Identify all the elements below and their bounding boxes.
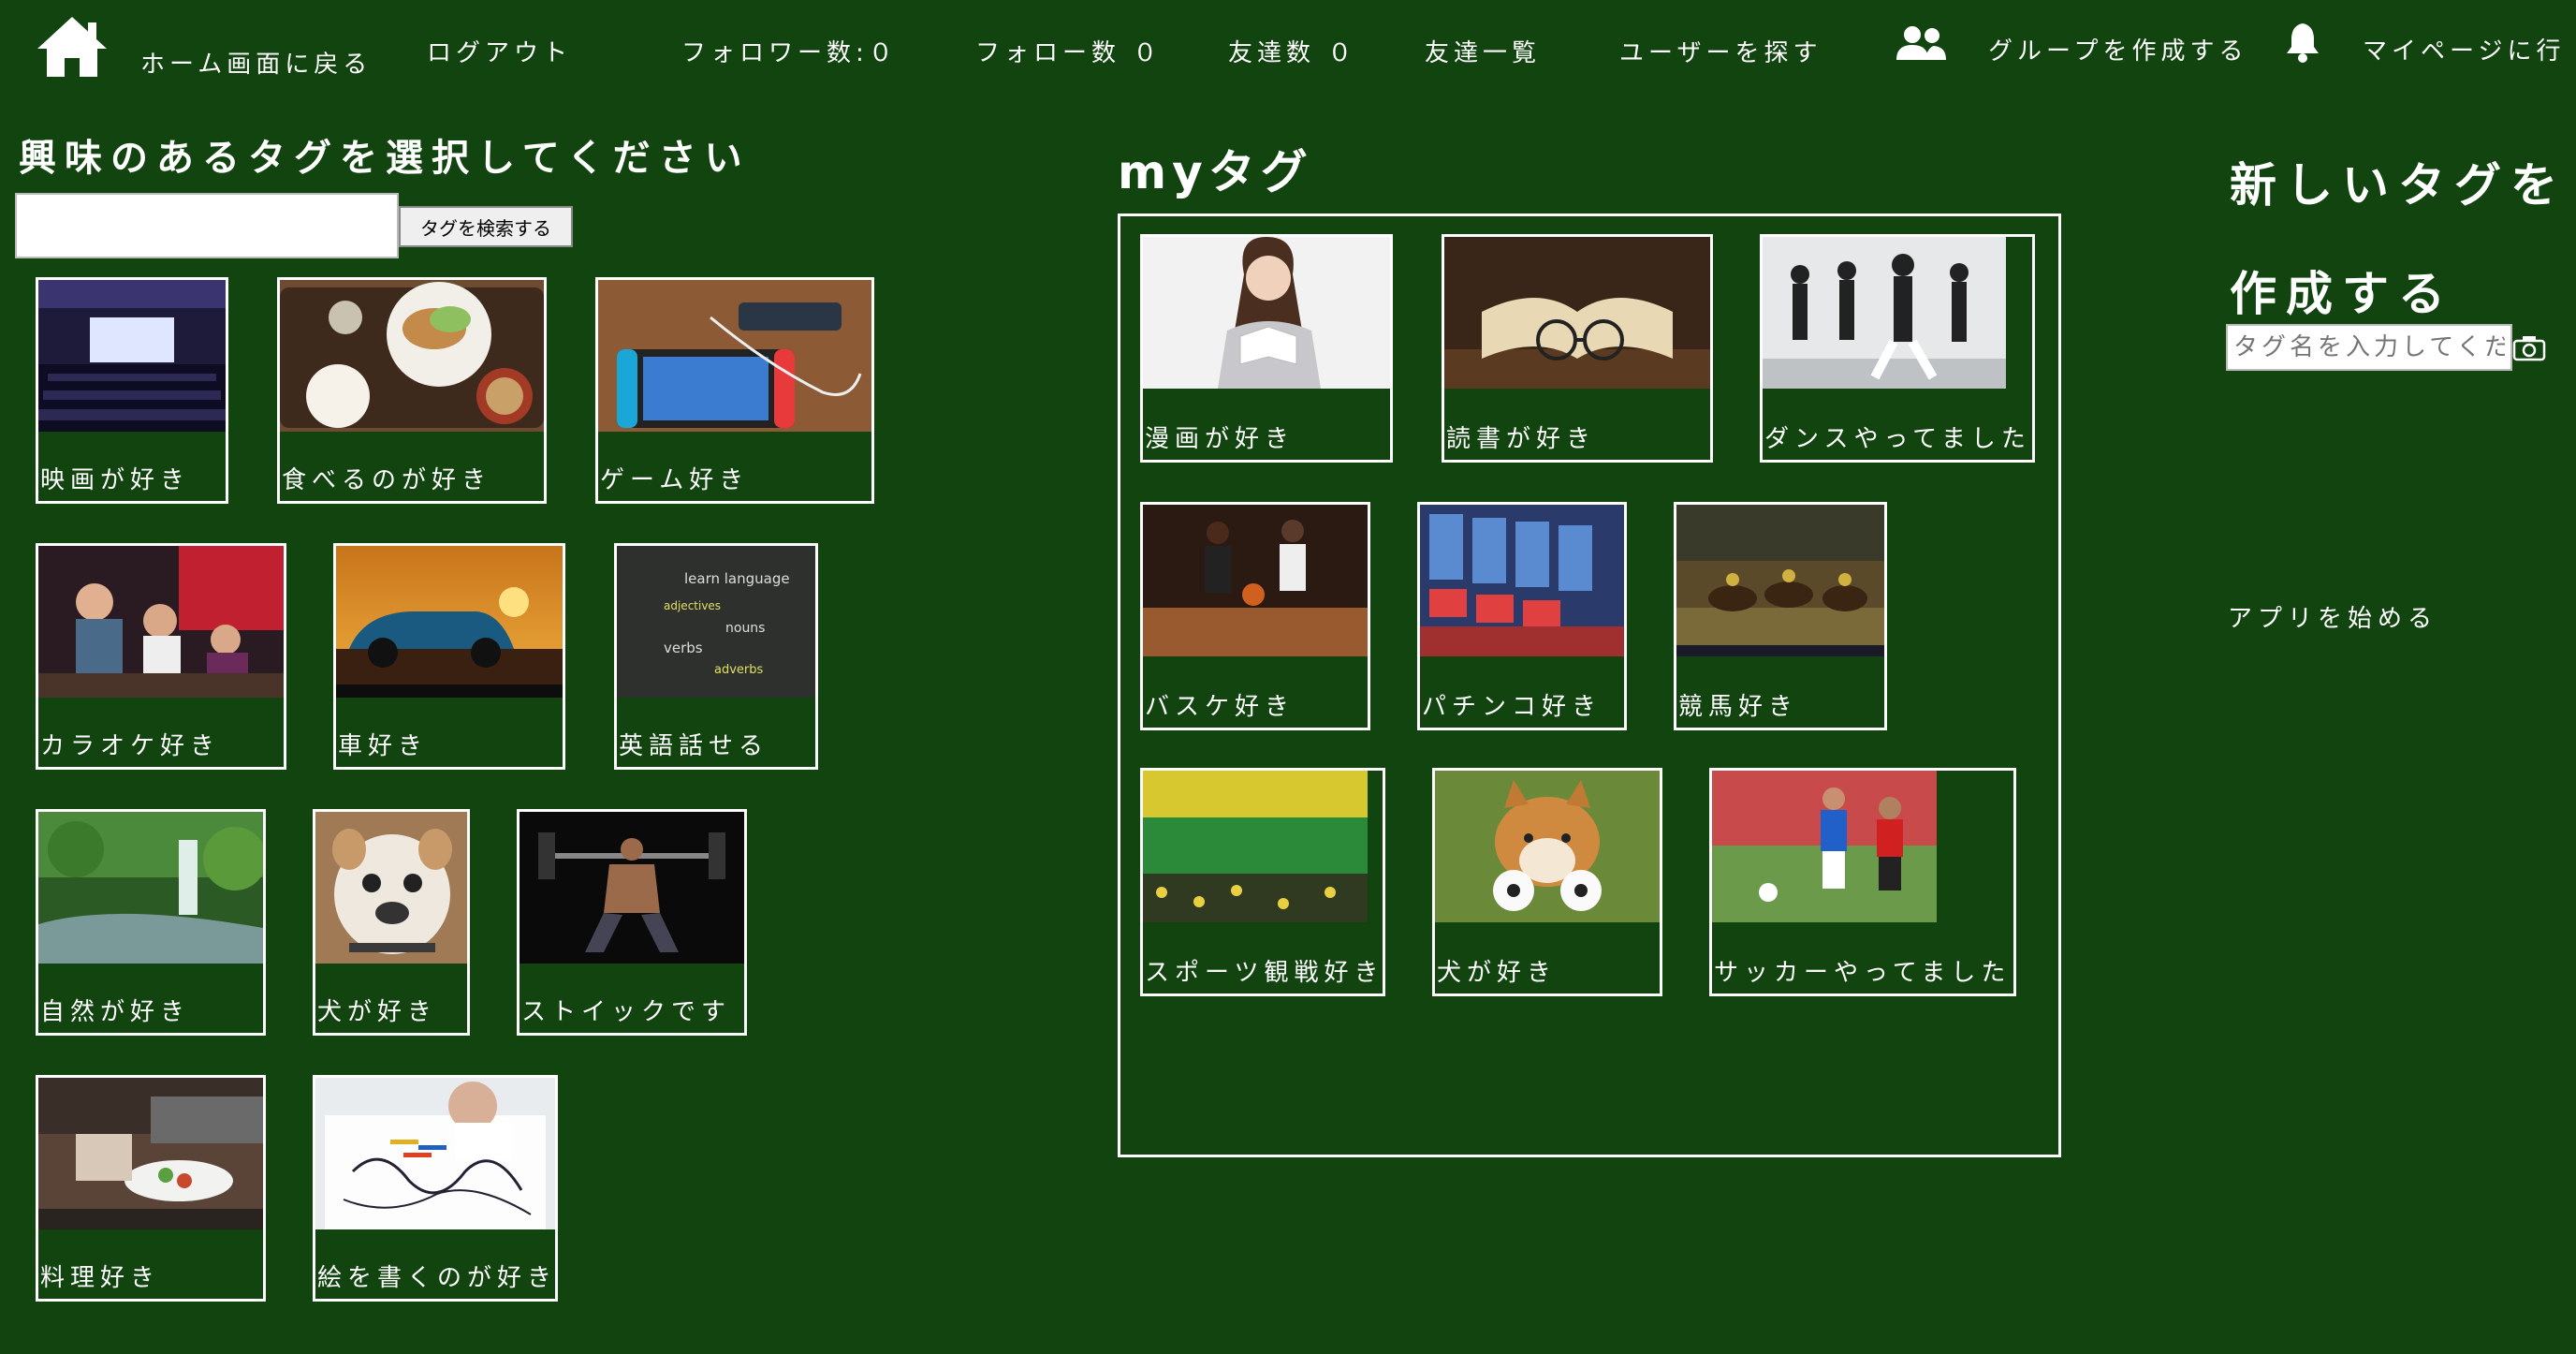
top-nav: ホーム画面に戻る ログアウト フォロワー数:０ フォロー数 ０ 友達数 ０ 友達… (0, 0, 2576, 94)
find-users-link[interactable]: ユーザーを探す (1619, 34, 1822, 68)
friends-list-link[interactable]: 友達一覧 (1425, 34, 1541, 68)
chalkboard-text-1: learn language (684, 570, 790, 587)
tag-card-dog[interactable]: 犬が好き (313, 809, 470, 1036)
dance-class-image (1763, 237, 2006, 389)
tag-label: 英語話せる (619, 732, 769, 760)
movie-theater-image (38, 280, 226, 432)
mytag-card-basketball[interactable]: バスケ好き (1140, 502, 1370, 730)
create-group-link[interactable]: グループを作成する (1988, 32, 2247, 66)
tag-card-car[interactable]: 車好き (333, 543, 565, 770)
mytag-card-dog[interactable]: 犬が好き (1432, 768, 1662, 996)
tag-label: 読書が好き (1446, 425, 1597, 453)
mytag-card-soccer[interactable]: サッカーやってました (1709, 768, 2016, 996)
bulldog-image (315, 812, 467, 964)
chalkboard-text-3: nouns (725, 621, 765, 636)
tag-card-english[interactable]: learn language adjectives nouns verbs ad… (614, 543, 818, 770)
logout-link[interactable]: ログアウト (427, 34, 572, 68)
mytag-card-reading[interactable]: 読書が好き (1442, 234, 1713, 463)
mypage-link[interactable]: マイページに行 (2363, 32, 2565, 66)
mytag-card-horse-racing[interactable]: 競馬好き (1674, 502, 1887, 730)
japanese-meal-image (280, 280, 544, 432)
tag-card-cooking[interactable]: 料理好き (36, 1075, 266, 1302)
tag-card-drawing[interactable]: 絵を書くのが好き (313, 1075, 558, 1302)
tag-card-nature[interactable]: 自然が好き (36, 809, 266, 1036)
tag-label: スポーツ観戦好き (1145, 959, 1384, 987)
tag-label: 映画が好き (40, 466, 191, 494)
tag-card-movie[interactable]: 映画が好き (36, 277, 228, 504)
basketball-image (1143, 505, 1368, 656)
tag-label: サッカーやってました (1714, 959, 2012, 987)
tag-label: 車好き (338, 732, 429, 760)
tag-selection-heading: 興味のあるタグを選択してください (19, 137, 751, 180)
tag-label: 犬が好き (317, 998, 438, 1026)
chalkboard-language-image: learn language adjectives nouns verbs ad… (617, 546, 815, 698)
tag-card-stoic[interactable]: ストイックです (517, 809, 747, 1036)
shiba-puppy-image (1435, 771, 1660, 922)
tag-label: 競馬好き (1678, 693, 1799, 721)
tag-label: ストイックです (521, 998, 732, 1026)
new-tag-heading: 新しいタグを作成する (2230, 158, 2567, 321)
users-icon[interactable] (1895, 24, 1947, 62)
mytag-card-manga[interactable]: 漫画が好き (1140, 234, 1393, 463)
stadium-image (1143, 771, 1368, 922)
chalkboard-text-4: verbs (664, 640, 703, 656)
chalkboard-text-2: adjectives (664, 599, 721, 612)
tag-card-karaoke[interactable]: カラオケ好き (36, 543, 286, 770)
soccer-image (1712, 771, 1937, 922)
tag-card-game[interactable]: ゲーム好き (595, 277, 874, 504)
tag-label: 料理好き (40, 1264, 161, 1292)
horse-racing-image (1676, 505, 1884, 656)
home-link[interactable]: ホーム画面に戻る (140, 45, 372, 80)
book-glasses-image (1444, 237, 1710, 389)
weightlifter-image (520, 812, 744, 964)
waterfall-forest-image (38, 812, 263, 964)
mytag-card-pachinko[interactable]: パチンコ好き (1417, 502, 1627, 730)
reading-manga-image (1143, 237, 1390, 389)
tag-card-eating[interactable]: 食べるのが好き (277, 277, 547, 504)
tag-label: パチンコ好き (1422, 693, 1603, 721)
tag-label: 食べるのが好き (282, 466, 492, 494)
mytag-card-sports-watching[interactable]: スポーツ観戦好き (1140, 768, 1385, 996)
karaoke-party-image (38, 546, 284, 698)
cooking-image (38, 1078, 263, 1229)
following-count[interactable]: フォロー数 ０ (975, 34, 1162, 68)
tag-label: ゲーム好き (600, 466, 750, 494)
car-sunset-image (336, 546, 563, 698)
pachinko-image (1420, 505, 1624, 656)
tag-search-button[interactable]: タグを検索する (399, 206, 573, 247)
start-app-link[interactable]: アプリを始める (2228, 599, 2437, 634)
tag-label: 漫画が好き (1145, 425, 1295, 453)
chalkboard-text-5: adverbs (714, 663, 764, 677)
tag-name-input[interactable] (2226, 324, 2512, 371)
camera-icon[interactable] (2512, 333, 2546, 361)
friends-count[interactable]: 友達数 ０ (1228, 34, 1356, 68)
mytag-heading: myタグ (1118, 145, 1313, 199)
tag-search-input[interactable] (15, 193, 399, 258)
tag-label: ダンスやってました (1764, 425, 2031, 453)
followers-count[interactable]: フォロワー数:０ (681, 34, 898, 68)
tag-label: 犬が好き (1437, 959, 1558, 987)
nintendo-switch-image (598, 280, 871, 432)
tag-label: 絵を書くのが好き (317, 1264, 558, 1292)
child-drawing-image (315, 1078, 555, 1229)
bell-icon[interactable] (2284, 21, 2321, 64)
tag-label: カラオケ好き (40, 732, 221, 760)
tag-label: 自然が好き (40, 998, 191, 1026)
tag-label: バスケ好き (1145, 693, 1295, 721)
home-icon[interactable] (34, 13, 110, 79)
mytag-card-dance[interactable]: ダンスやってました (1760, 234, 2035, 463)
